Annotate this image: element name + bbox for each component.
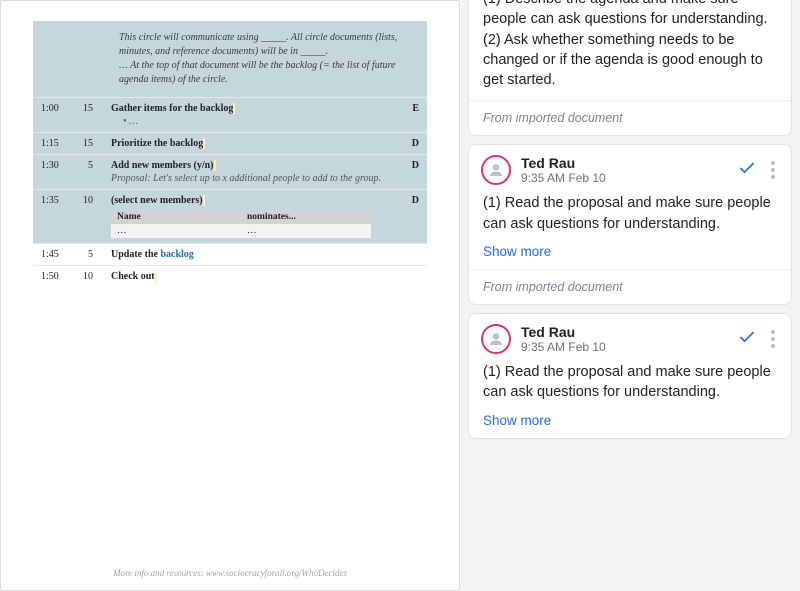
comment-card[interactable]: Ted Rau 9:46 AM Feb 10 (1) Describe the … (468, 0, 792, 136)
resolve-button[interactable] (737, 158, 757, 183)
time: 1:00 (41, 103, 75, 114)
intro-text-2: … At the top of that document will be th… (119, 59, 417, 87)
agenda-row: 1:50 10 Check out (33, 265, 427, 287)
tag: E (401, 103, 419, 114)
backlog-link[interactable]: backlog (160, 249, 193, 260)
comment-timestamp: 9:35 AM Feb 10 (521, 340, 606, 354)
check-icon (737, 327, 757, 347)
comment-source: From imported document (469, 269, 791, 304)
avatar (481, 324, 511, 354)
agenda-row: 1:45 5 Update the backlog (33, 243, 427, 265)
comment-card[interactable]: Ted Rau 9:35 AM Feb 10 (1) Read the prop… (468, 313, 792, 439)
user-icon (488, 162, 504, 178)
document-preview: This circle will communicate using _____… (0, 0, 460, 591)
intro-text-1: This circle will communicate using _____… (119, 31, 417, 59)
show-more-link[interactable]: Show more (469, 244, 791, 269)
proposal-text: Proposal: Let's select up to x additiona… (111, 173, 401, 184)
comments-pane[interactable]: Ted Rau 9:46 AM Feb 10 (1) Describe the … (460, 0, 800, 591)
more-menu-button[interactable] (767, 157, 779, 183)
agenda-row: 1:00 15 Gather items for the backlog • …… (33, 97, 427, 132)
agenda-row: 1:30 5 Add new members (y/n) Proposal: L… (33, 154, 427, 189)
comment-body: (1) Read the proposal and make sure peop… (469, 358, 791, 413)
resolve-button[interactable] (737, 327, 757, 352)
intro-block: This circle will communicate using _____… (33, 21, 427, 97)
agenda-row: 1:15 15 Prioritize the backlog D (33, 132, 427, 154)
check-icon (737, 158, 757, 178)
item-title: Gather items for the backlog (111, 103, 235, 114)
comment-source: From imported document (469, 100, 791, 135)
avatar (481, 155, 511, 185)
nominations-table: Namenominates... …… (111, 210, 371, 238)
user-icon (488, 331, 504, 347)
show-more-link[interactable]: Show more (469, 413, 791, 438)
comment-card[interactable]: Ted Rau 9:35 AM Feb 10 (1) Read the prop… (468, 144, 792, 305)
comment-author: Ted Rau (521, 324, 606, 340)
comment-body: (1) Read the proposal and make sure peop… (469, 189, 791, 244)
more-menu-button[interactable] (767, 326, 779, 352)
comment-author: Ted Rau (521, 155, 606, 171)
duration: 15 (75, 103, 101, 114)
comment-timestamp: 9:35 AM Feb 10 (521, 171, 606, 185)
doc-footer: More info and resources: www.sociocracyf… (1, 568, 459, 578)
agenda-row: 1:35 10 (select new members) Namenominat… (33, 189, 427, 243)
sub-bullet: • … (123, 116, 401, 127)
comment-body: (1) Describe the agenda and make sure pe… (469, 0, 791, 100)
